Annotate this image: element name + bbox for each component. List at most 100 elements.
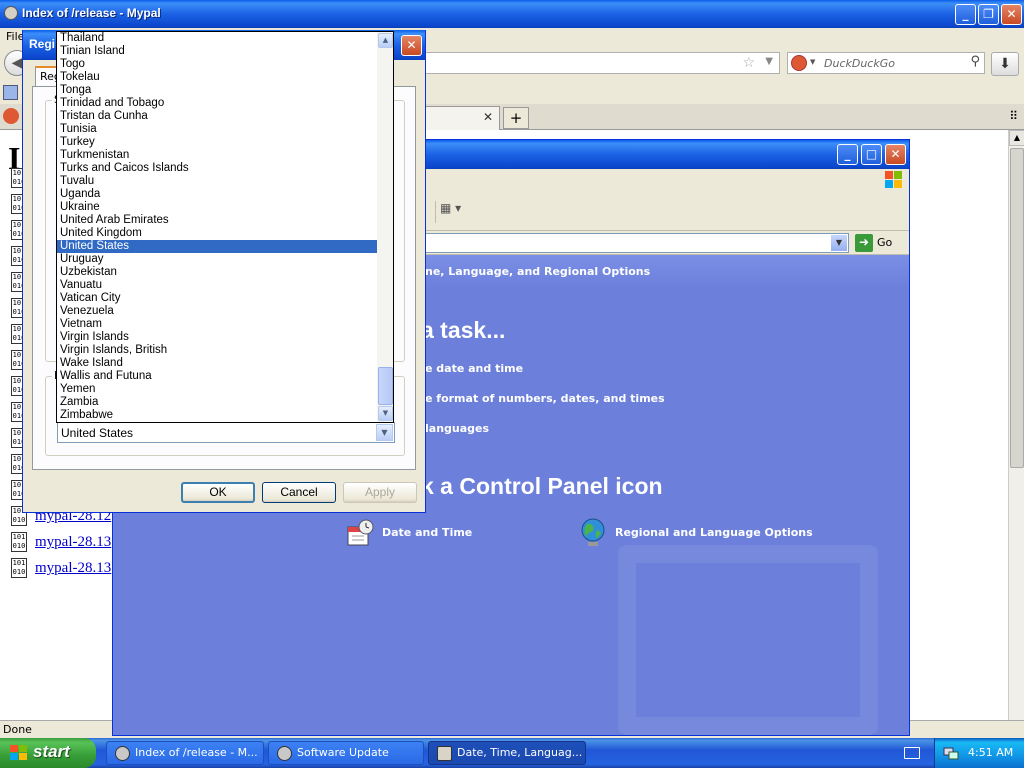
country-item[interactable]: Uzbekistan (57, 266, 377, 279)
go-button[interactable]: ➜ Go (853, 234, 909, 252)
country-item[interactable]: Yemen (57, 383, 377, 396)
scroll-up-icon[interactable]: ▲ (1009, 130, 1024, 146)
scroll-thumb[interactable] (1010, 148, 1024, 468)
bookmark-icon[interactable] (3, 85, 18, 100)
download-icon[interactable]: ⬇ (991, 52, 1019, 76)
dialog-close-button[interactable]: ✕ (401, 35, 422, 56)
apply-button: Apply (343, 482, 417, 503)
cp-maximize-button[interactable]: □ (861, 144, 882, 165)
country-list: Thailand Tinian Island Togo Tokelau Tonga Tri… (57, 32, 377, 422)
country-item[interactable]: Venezuela (57, 305, 377, 318)
start-button[interactable]: start (0, 738, 96, 768)
country-item[interactable]: Turkey (57, 136, 377, 149)
country-item[interactable]: Tunisia (57, 123, 377, 136)
software-update-icon (277, 746, 292, 761)
country-item[interactable]: Tristan da Cunha (57, 110, 377, 123)
search-engine-dropdown-icon[interactable]: ▼ (810, 58, 815, 66)
task-change-format[interactable]: e format of numbers, dates, and times (425, 392, 665, 405)
regional-language-item[interactable]: Regional and Language Options (579, 517, 813, 551)
location-select-value: United States (61, 426, 134, 440)
dialog-title: Regi (29, 37, 56, 51)
country-item[interactable]: Turks and Caicos Islands (57, 162, 377, 175)
country-item[interactable]: Tonga (57, 84, 377, 97)
task-change-date-time[interactable]: e date and time (425, 362, 523, 375)
country-item[interactable]: Togo (57, 58, 377, 71)
location-dropdown-icon[interactable]: ▼ (376, 424, 393, 441)
browser-title: Index of /release - Mypal (22, 6, 161, 20)
views-button[interactable]: ▦ ▾ (435, 201, 469, 223)
bookmark-star-icon[interactable]: ☆ (742, 55, 755, 71)
regional-language-label: Regional and Language Options (615, 526, 813, 539)
pick-icon-heading: k a Control Panel icon (421, 473, 663, 499)
address-dropdown-icon[interactable]: ▼ (831, 235, 847, 251)
country-item[interactable]: Vanuatu (57, 279, 377, 292)
tab-list-icon[interactable]: ⠿ (1009, 109, 1018, 123)
country-item-selected[interactable]: United States (57, 240, 377, 253)
page-scrollbar[interactable]: ▲ (1008, 130, 1024, 720)
country-item[interactable]: Vatican City (57, 292, 377, 305)
location-select[interactable]: United States ▼ (57, 422, 395, 443)
country-item[interactable]: Wake Island (57, 357, 377, 370)
url-dropdown-icon[interactable]: ▼ (765, 56, 773, 67)
go-label: Go (877, 236, 893, 249)
search-icon[interactable]: ⚲ (970, 54, 980, 69)
tab-index-release[interactable]: ✕ (424, 106, 500, 130)
task-add-languages[interactable]: languages (425, 422, 489, 435)
taskbar-button[interactable]: Date, Time, Languag... (428, 741, 586, 765)
go-arrow-icon: ➜ (855, 234, 873, 252)
date-and-time-item[interactable]: Date and Time (346, 517, 486, 551)
cp-close-button[interactable]: ✕ (885, 144, 906, 165)
browser-titlebar[interactable]: Index of /release - Mypal _ ❐ ✕ (0, 0, 1024, 28)
dropdown-scroll-down-icon[interactable]: ▼ (378, 406, 393, 421)
country-item[interactable]: Thailand (57, 32, 377, 45)
system-tray: 4:51 AM (934, 738, 1024, 768)
country-item[interactable]: Uganda (57, 188, 377, 201)
country-item[interactable]: Tinian Island (57, 45, 377, 58)
country-item[interactable]: Zambia (57, 396, 377, 409)
taskbar-button-label: Date, Time, Languag... (457, 746, 583, 759)
cancel-button[interactable]: Cancel (262, 482, 336, 503)
country-item[interactable]: Trinidad and Tobago (57, 97, 377, 110)
country-item[interactable]: Virgin Islands (57, 331, 377, 344)
minimize-button[interactable]: _ (955, 4, 976, 25)
close-button[interactable]: ✕ (1001, 4, 1022, 25)
cp-minimize-button[interactable]: _ (837, 144, 858, 165)
maximize-button[interactable]: ❐ (978, 4, 999, 25)
ok-button[interactable]: OK (181, 482, 255, 503)
duckduckgo-icon[interactable] (791, 55, 807, 71)
file-link[interactable]: mypal-28.13 (35, 560, 111, 577)
taskbar-button[interactable]: Index of /release - M... (106, 741, 264, 765)
globe-icon (581, 518, 605, 546)
clock[interactable]: 4:51 AM (968, 746, 1013, 759)
mypal-task-icon (115, 746, 130, 761)
binary-file-icon: 101 010 (11, 558, 27, 578)
search-input[interactable]: ▼ DuckDuckGo ⚲ (787, 52, 985, 74)
network-icon[interactable] (943, 745, 959, 761)
country-item[interactable]: Uruguay (57, 253, 377, 266)
dropdown-scroll-thumb[interactable] (378, 367, 393, 405)
tab-duckduckgo-icon[interactable] (3, 108, 19, 124)
country-item[interactable]: United Kingdom (57, 227, 377, 240)
taskbar-button[interactable]: Software Update (268, 741, 424, 765)
country-item[interactable]: Zimbabwe (57, 409, 377, 422)
country-item[interactable]: Virgin Islands, British (57, 344, 377, 357)
dropdown-scroll-up-icon[interactable]: ▲ (378, 33, 393, 48)
location-dropdown-list[interactable]: Thailand Tinian Island Togo Tokelau Tonga Tri… (56, 31, 394, 423)
country-item[interactable]: Vietnam (57, 318, 377, 331)
date-and-time-label: Date and Time (382, 526, 473, 539)
dropdown-scrollbar[interactable]: ▲ ▼ (377, 32, 393, 422)
file-link[interactable]: mypal-28.13 (35, 534, 111, 551)
tab-close-icon[interactable]: ✕ (483, 110, 493, 124)
country-item[interactable]: United Arab Emirates (57, 214, 377, 227)
calendar-clock-icon (347, 519, 374, 546)
country-item[interactable]: Ukraine (57, 201, 377, 214)
country-item[interactable]: Tuvalu (57, 175, 377, 188)
country-item[interactable]: Wallis and Futuna (57, 370, 377, 383)
country-item[interactable]: Turkmenistan (57, 149, 377, 162)
url-bar[interactable]: ☆ ▼ (424, 52, 780, 74)
country-item[interactable]: Tokelau (57, 71, 377, 84)
binary-file-icon: 101 010 (11, 532, 27, 552)
new-tab-button[interactable]: + (503, 107, 529, 129)
watermark-icon (618, 545, 878, 735)
keyboard-icon[interactable] (904, 747, 920, 759)
